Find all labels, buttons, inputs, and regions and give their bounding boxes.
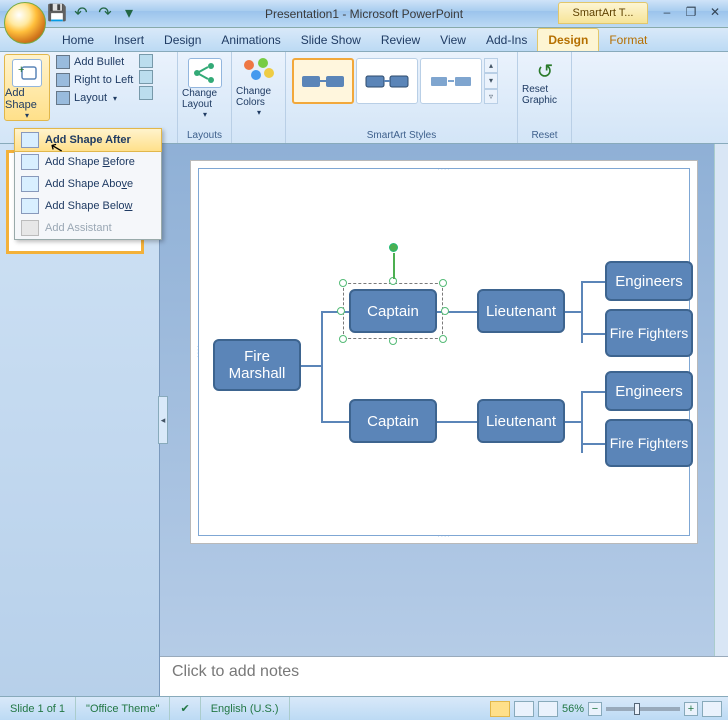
group-label-layouts: Layouts (182, 129, 227, 143)
right-to-left-button[interactable]: Right to Left (54, 72, 135, 88)
change-layout-icon (188, 58, 222, 88)
close-button[interactable]: ✕ (706, 4, 724, 20)
style-thumb-3[interactable] (420, 58, 482, 104)
layout-button[interactable]: Layout▾ (54, 90, 135, 106)
office-button[interactable] (4, 2, 46, 44)
change-layout-button[interactable]: Change Layout▾ (182, 54, 228, 119)
node-firefighters-1[interactable]: Fire Fighters (605, 309, 693, 357)
quick-access-toolbar: 💾 ↶ ↷ ▾ (48, 4, 138, 22)
status-language[interactable]: English (U.S.) (201, 697, 290, 720)
dd-add-shape-after[interactable]: Add Shape After (14, 128, 162, 152)
dd-add-shape-before[interactable]: Add Shape Before (15, 151, 161, 173)
rtl-icon (56, 73, 70, 87)
ribbon-tabs: Home Insert Design Animations Slide Show… (0, 28, 728, 52)
status-slide-number: Slide 1 of 1 (0, 697, 76, 720)
reset-icon: ↺ (530, 58, 560, 84)
change-colors-button[interactable]: Change Colors▾ (236, 54, 282, 117)
qat-more-icon[interactable]: ▾ (120, 4, 138, 22)
add-below-icon (21, 198, 39, 214)
restore-button[interactable]: ❐ (682, 4, 700, 20)
tab-design[interactable]: Design (154, 29, 211, 51)
group-layouts: Change Layout▾ Layouts (178, 52, 232, 143)
node-root[interactable]: Fire Marshall (213, 339, 301, 391)
demote-icon[interactable] (139, 70, 153, 84)
group-label-colors (236, 140, 281, 143)
style-gallery-scroll[interactable]: ▴▾▿ (484, 58, 498, 104)
view-sorter-button[interactable] (514, 701, 534, 717)
tab-slideshow[interactable]: Slide Show (291, 29, 371, 51)
node-engineers-1[interactable]: Engineers (605, 261, 693, 301)
smartart-diagram: Fire Marshall Captain Lieutenant Enginee… (213, 181, 675, 523)
spellcheck-icon[interactable]: ✔ (170, 697, 200, 720)
tab-insert[interactable]: Insert (104, 29, 154, 51)
text-pane-toggle[interactable]: ◂ (158, 396, 168, 444)
zoom-slider[interactable] (606, 707, 680, 711)
node-firefighters-2[interactable]: Fire Fighters (605, 419, 693, 467)
node-captain-2[interactable]: Captain (349, 399, 437, 443)
view-normal-button[interactable] (490, 701, 510, 717)
add-above-icon (21, 176, 39, 192)
tab-addins[interactable]: Add-Ins (476, 29, 537, 51)
status-theme: "Office Theme" (76, 697, 170, 720)
status-bar: Slide 1 of 1 "Office Theme" ✔ English (U… (0, 696, 728, 720)
add-assistant-icon (21, 220, 39, 236)
minimize-button[interactable]: – (658, 4, 676, 20)
tab-smartart-format[interactable]: Format (599, 29, 657, 51)
contextual-tab-title: SmartArt T... (558, 2, 648, 24)
change-colors-icon (242, 58, 276, 86)
svg-text:+: + (18, 64, 24, 76)
zoom-out-button[interactable]: − (588, 702, 602, 716)
rotation-handle[interactable] (389, 243, 398, 252)
tab-smartart-design[interactable]: Design (537, 28, 599, 51)
canvas-area: ◂ ∙∙∙∙ ∙∙∙∙ ∙∙∙∙ ∙∙∙∙ Fire Marshall Capt… (160, 144, 728, 696)
bullet-icon (56, 55, 70, 69)
promote-icon[interactable] (139, 54, 153, 68)
window-title: Presentation1 - Microsoft PowerPoint (265, 7, 463, 21)
slide-canvas[interactable]: ∙∙∙∙ ∙∙∙∙ ∙∙∙∙ ∙∙∙∙ Fire Marshall Captai… (190, 160, 698, 544)
zoom-level: 56% (562, 703, 584, 715)
group-change-colors: Change Colors▾ (232, 52, 286, 143)
view-slideshow-button[interactable] (538, 701, 558, 717)
text-pane-icon[interactable] (139, 86, 153, 100)
save-icon[interactable]: 💾 (48, 4, 66, 22)
group-label-styles: SmartArt Styles (290, 129, 513, 143)
add-before-icon (21, 154, 39, 170)
node-lieutenant-2[interactable]: Lieutenant (477, 399, 565, 443)
add-shape-icon: + (12, 59, 42, 87)
dd-add-assistant: Add Assistant (15, 217, 161, 239)
zoom-in-button[interactable]: + (684, 702, 698, 716)
add-shape-label: Add Shape (5, 87, 49, 111)
title-bar: 💾 ↶ ↷ ▾ Presentation1 - Microsoft PowerP… (0, 0, 728, 28)
notes-pane[interactable]: Click to add notes (160, 656, 728, 696)
group-reset: ↺ Reset Graphic Reset (518, 52, 572, 143)
vertical-scrollbar[interactable] (714, 144, 728, 696)
node-engineers-2[interactable]: Engineers (605, 371, 693, 411)
group-label-reset: Reset (522, 129, 567, 143)
dd-add-shape-above[interactable]: Add Shape Above (15, 173, 161, 195)
tab-review[interactable]: Review (371, 29, 430, 51)
add-after-icon (21, 132, 39, 148)
smartart-selection-frame[interactable]: ∙∙∙∙ ∙∙∙∙ ∙∙∙∙ ∙∙∙∙ Fire Marshall Captai… (198, 168, 690, 536)
fit-to-window-button[interactable] (702, 701, 722, 717)
node-selection-box[interactable] (343, 283, 443, 339)
undo-icon[interactable]: ↶ (72, 4, 90, 22)
node-lieutenant-1[interactable]: Lieutenant (477, 289, 565, 333)
add-bullet-button[interactable]: Add Bullet (54, 54, 135, 70)
add-shape-dropdown: Add Shape After Add Shape Before Add Sha… (14, 128, 162, 240)
add-shape-button[interactable]: + Add Shape ▾ (4, 54, 50, 121)
reset-graphic-button[interactable]: ↺ Reset Graphic (522, 54, 568, 106)
dd-add-shape-below[interactable]: Add Shape Below (15, 195, 161, 217)
tab-home[interactable]: Home (52, 29, 104, 51)
tab-animations[interactable]: Animations (211, 29, 290, 51)
redo-icon[interactable]: ↷ (96, 4, 114, 22)
group-smartart-styles: ▴▾▿ SmartArt Styles (286, 52, 518, 143)
style-thumb-2[interactable] (356, 58, 418, 104)
style-thumb-1[interactable] (292, 58, 354, 104)
tab-view[interactable]: View (430, 29, 476, 51)
layout-icon (56, 91, 70, 105)
